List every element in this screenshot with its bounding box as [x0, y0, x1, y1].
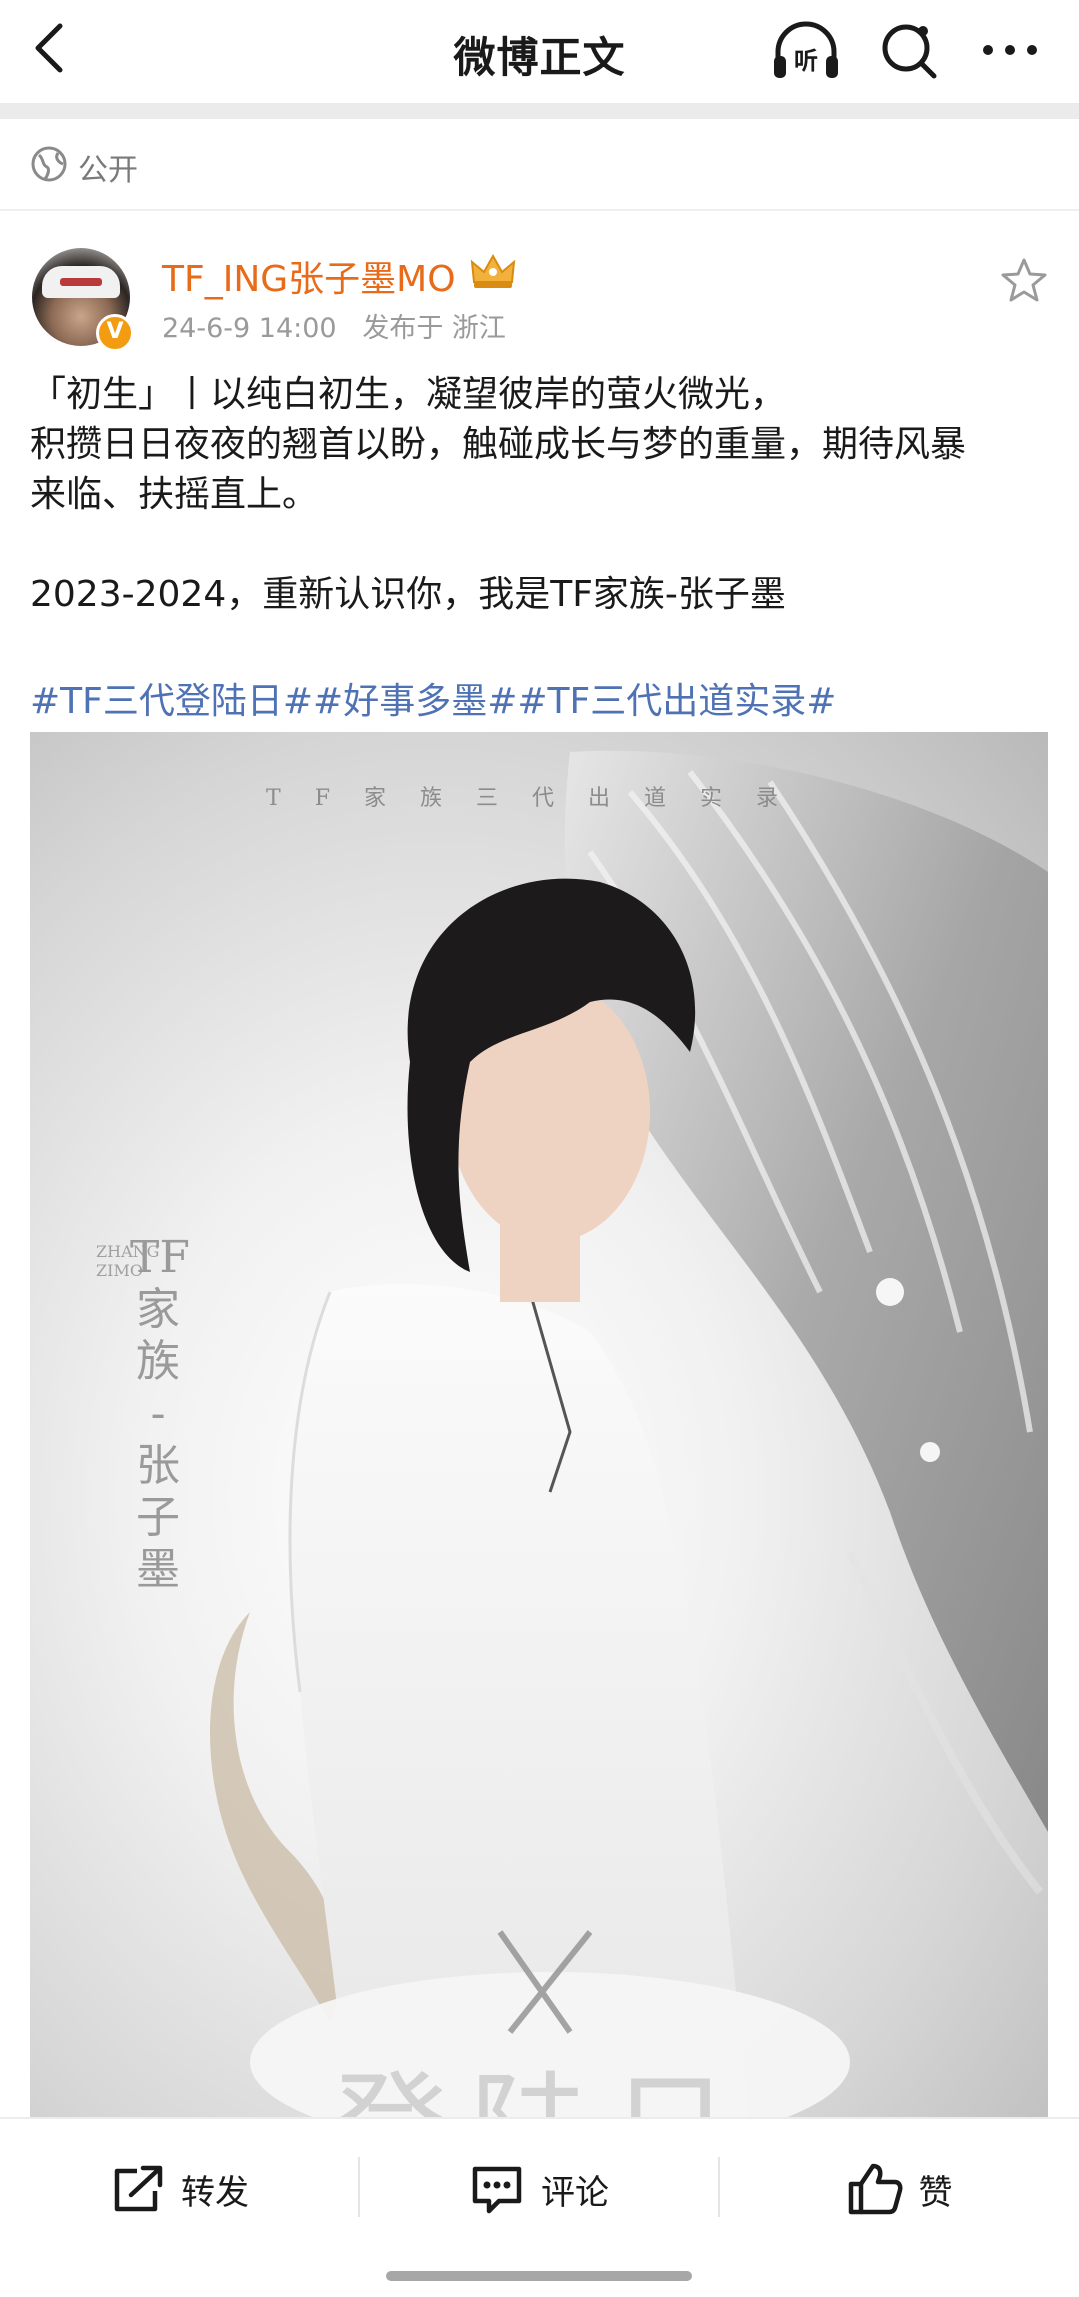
comment-label: 评论 — [541, 2172, 609, 2213]
post-text-line: 「初生」丨以纯白初生，凝望彼岸的萤火微光， — [30, 374, 787, 415]
like-label: 赞 — [918, 2172, 953, 2213]
more-dots-icon — [983, 45, 1037, 55]
poster-english-name: ZHANG ZIMO — [96, 1242, 160, 1280]
repost-label: 转发 — [181, 2172, 249, 2213]
crown-vip-icon[interactable] — [468, 252, 518, 292]
comment-button[interactable]: 评论 — [360, 2119, 718, 2259]
hashtag-link[interactable]: #好事多墨# — [313, 681, 517, 722]
visibility-row: 公开 — [0, 119, 1079, 211]
poster-name-char: 张 — [136, 1440, 180, 1491]
home-indicator[interactable] — [386, 2271, 692, 2281]
post-text-line: 2023-2024，重新认识你，我是TF家族-张子墨 — [30, 574, 786, 615]
repost-button[interactable]: 转发 — [0, 2119, 358, 2259]
hashtag-link[interactable]: #TF三代出道实录# — [517, 681, 836, 722]
poster-name-char: 家 — [136, 1284, 180, 1335]
section-divider — [0, 103, 1079, 119]
share-out-icon — [114, 2165, 163, 2212]
post-text-blank-line — [30, 520, 1060, 570]
hashtag-row: #TF三代登陆日##好事多墨##TF三代出道实录# — [30, 672, 836, 724]
post-text-line: 来临、扶摇直上。 — [30, 474, 319, 515]
poster-name-char: TF — [130, 1232, 190, 1283]
author-name[interactable]: TF_ING张子墨MO — [162, 250, 456, 302]
more-button[interactable] — [978, 18, 1042, 82]
listen-label: 听 — [794, 47, 818, 75]
post-body: 「初生」丨以纯白初生，凝望彼岸的萤火微光， 积攒日日夜夜的翘首以盼，触碰成长与梦… — [30, 370, 1060, 620]
post-author-header: V TF_ING张子墨MO 24-6-9 14:00 发布于 浙江 — [0, 240, 1079, 360]
avatar-cap-graphic — [42, 266, 120, 298]
post-image[interactable]: TF家族三代出道实录 ZHANG ZIMO TF 家 族 - 张 子 墨 登陆日 — [30, 732, 1048, 2120]
post-text-line: 积攒日日夜夜的翘首以盼，触碰成长与梦的重量，期待风暴 — [30, 424, 967, 465]
poster-name-char: - — [150, 1388, 166, 1439]
listen-button[interactable]: 听 — [770, 18, 842, 82]
bottom-action-bar: 转发 评论 赞 — [0, 2117, 1079, 2297]
headphones-icon: 听 — [774, 21, 838, 78]
poster-name-char: 子 — [136, 1492, 180, 1543]
verified-badge-icon: V — [96, 314, 134, 352]
post-meta: 24-6-9 14:00 发布于 浙江 — [162, 306, 506, 345]
comment-bubble-icon — [472, 2166, 522, 2214]
star-icon[interactable] — [1000, 256, 1048, 304]
poster-name-char: 族 — [136, 1336, 180, 1387]
search-button[interactable] — [878, 18, 942, 82]
like-button[interactable]: 赞 — [720, 2119, 1079, 2259]
visibility-label: 公开 — [78, 153, 138, 188]
top-nav-bar: 微博正文 听 — [0, 0, 1079, 100]
poster-header-text: TF家族三代出道实录 — [266, 786, 812, 811]
globe-icon — [31, 146, 67, 182]
post-location: 发布于 浙江 — [362, 313, 506, 344]
post-timestamp: 24-6-9 14:00 — [162, 313, 337, 344]
poster-vertical-name: TF 家 族 - 张 子 墨 — [130, 1232, 190, 1596]
search-icon — [882, 24, 937, 79]
poster-name-char: 墨 — [136, 1544, 180, 1595]
thumbs-up-icon — [848, 2163, 902, 2215]
hashtag-link[interactable]: #TF三代登陆日# — [30, 681, 313, 722]
poster-footer-text: 登陆日 — [330, 2032, 750, 2120]
